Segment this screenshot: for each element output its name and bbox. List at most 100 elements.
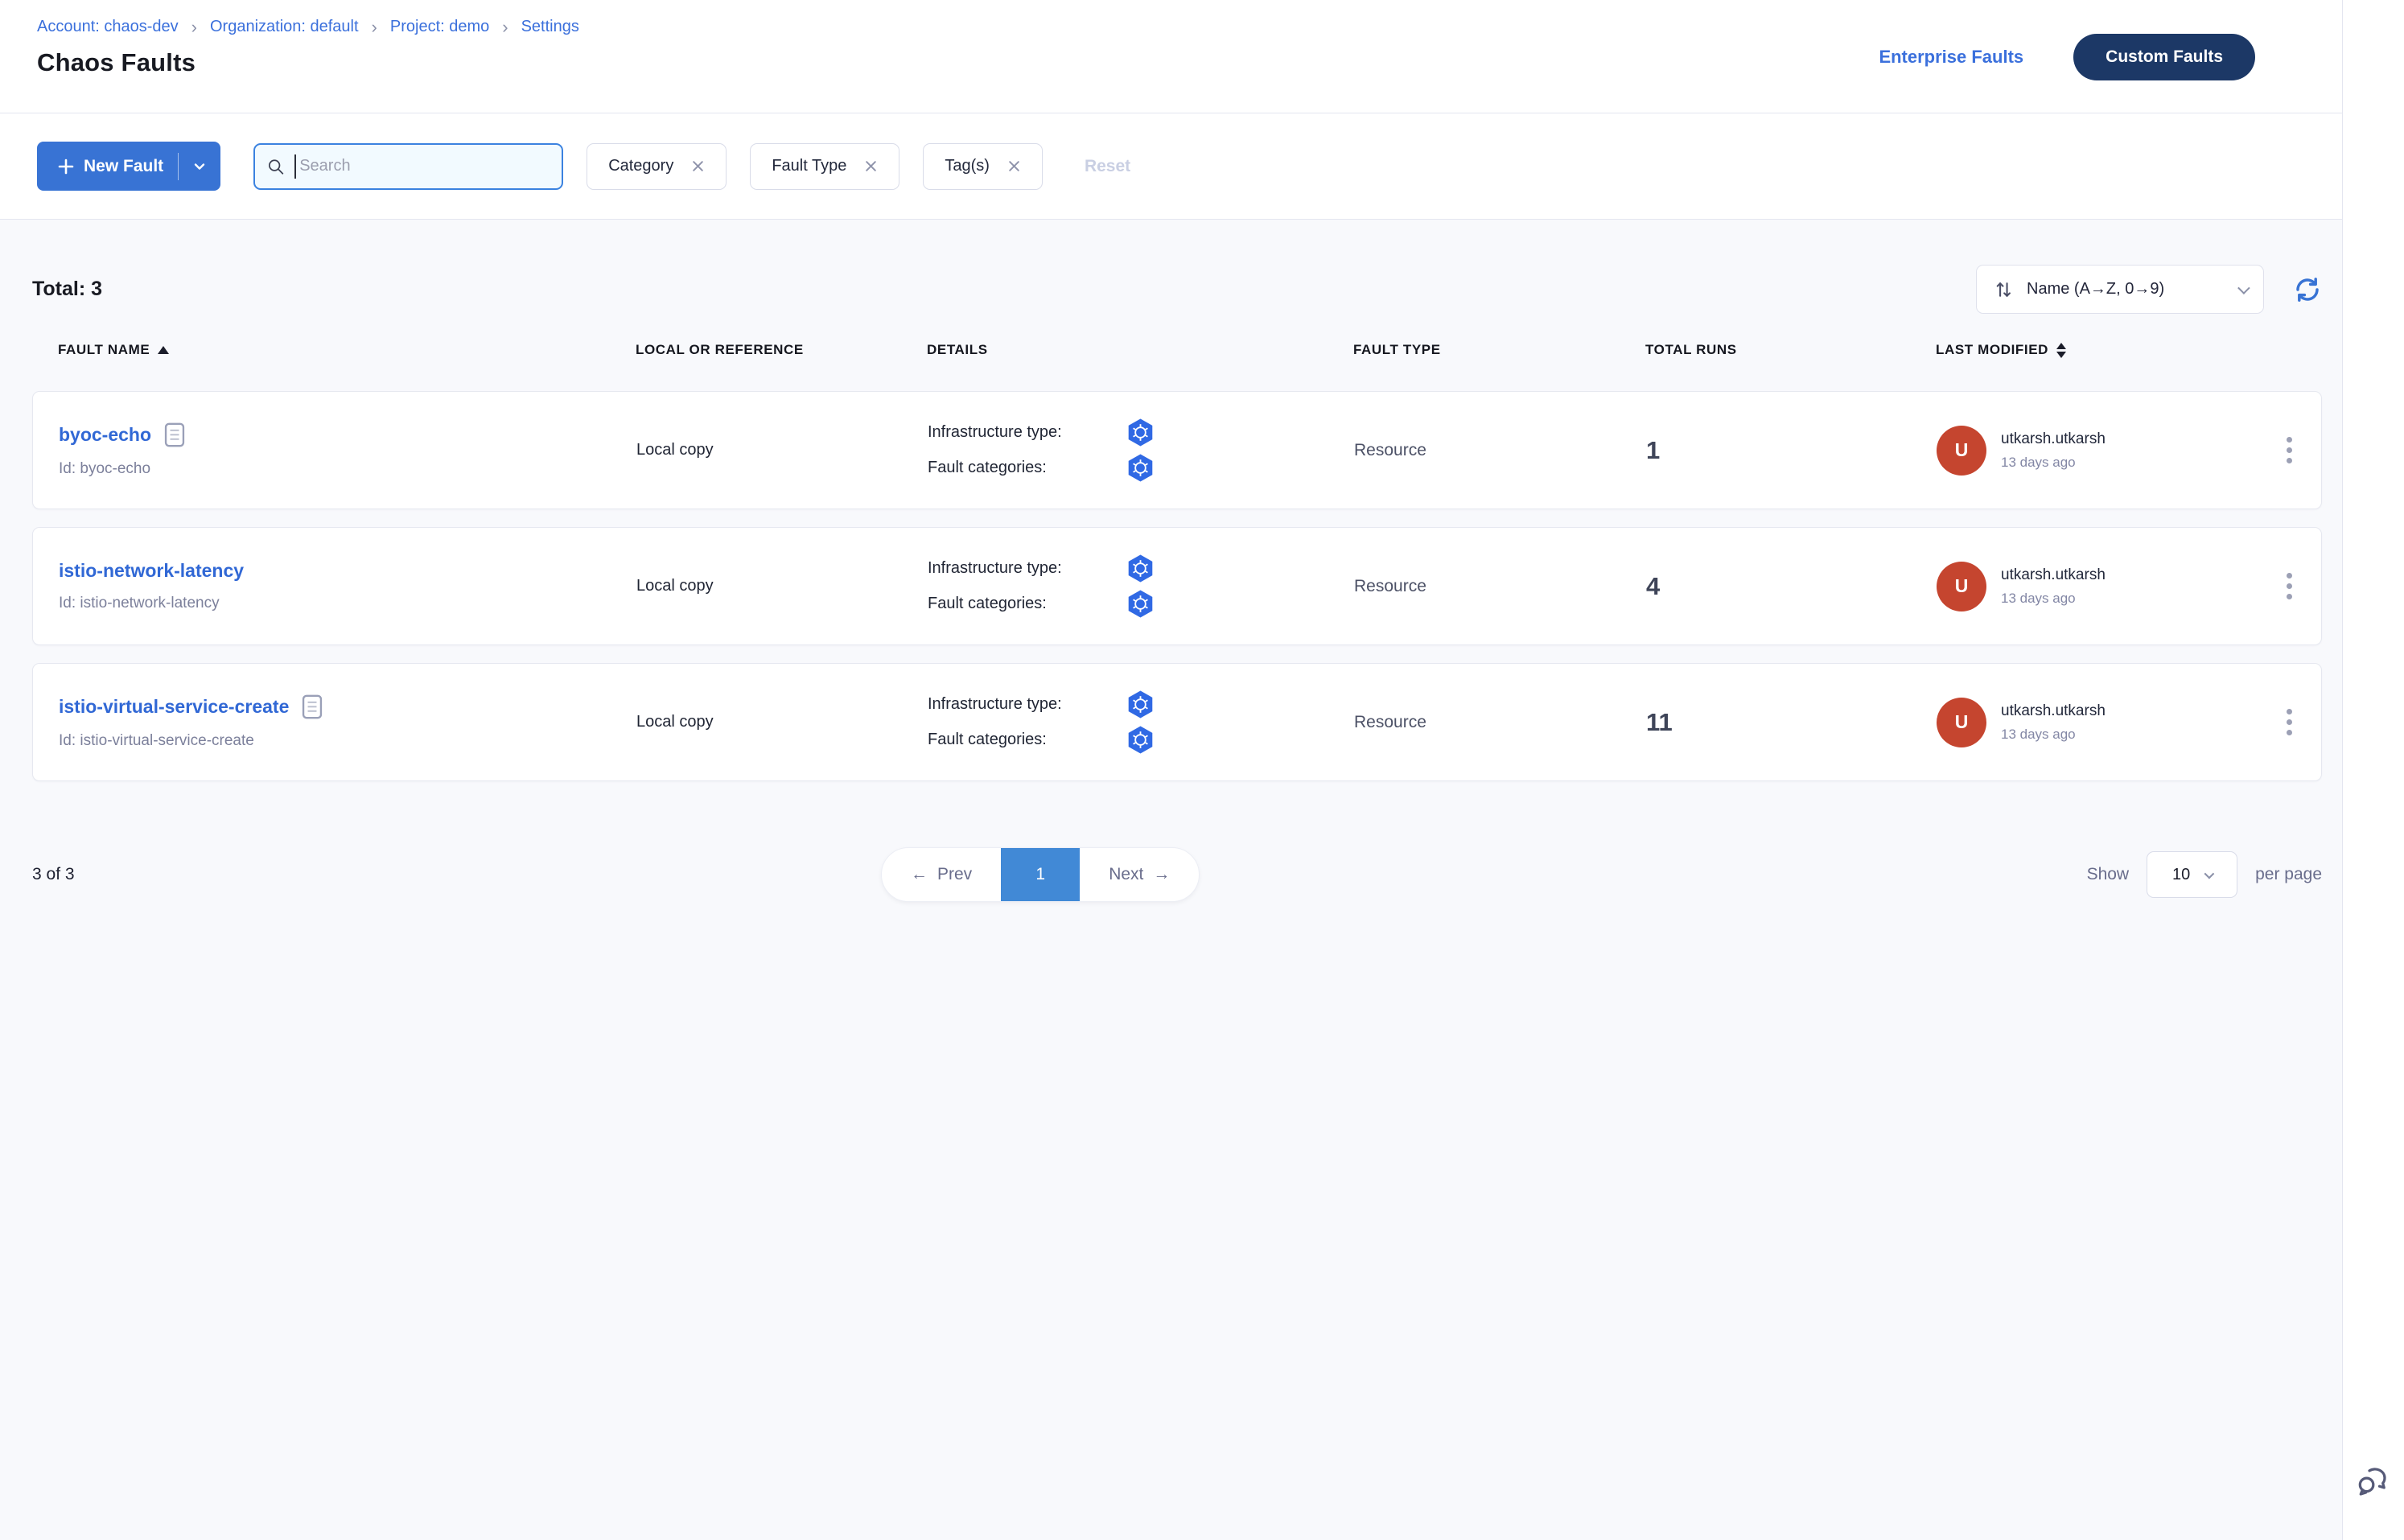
table-row: istio-network-latency Id: istio-network-… — [32, 527, 2322, 645]
fault-name-link[interactable]: istio-virtual-service-create — [59, 696, 289, 718]
column-header-total-runs: TOTAL RUNS — [1645, 342, 1936, 358]
local-or-reference-value: Local copy — [636, 577, 928, 595]
modified-time: 13 days ago — [2001, 591, 2106, 607]
search-input[interactable] — [296, 157, 550, 175]
close-icon[interactable] — [864, 159, 878, 173]
chevron-down-icon — [2237, 282, 2250, 294]
infrastructure-type-label: Infrastructure type: — [928, 559, 1126, 578]
breadcrumb-project[interactable]: Project: demo — [390, 18, 489, 36]
chevron-down-icon — [191, 159, 208, 175]
sort-both-icon — [2056, 343, 2066, 358]
kebab-menu-button[interactable] — [2257, 437, 2321, 463]
pagination-range: 3 of 3 — [32, 865, 75, 884]
column-header-fault-name[interactable]: FAULT NAME — [58, 342, 636, 358]
modified-by: utkarsh.utkarsh — [2001, 566, 2106, 584]
fault-id: Id: istio-virtual-service-create — [59, 732, 636, 750]
total-runs-value: 11 — [1646, 708, 1937, 737]
breadcrumb-organization[interactable]: Organization: default — [210, 18, 359, 36]
kubernetes-icon — [1126, 690, 1155, 719]
sort-ascending-icon — [158, 346, 169, 354]
page-number-button[interactable]: 1 — [1001, 848, 1080, 901]
details-cell: Infrastructure type: Fault categories: — [928, 548, 1354, 624]
search-icon — [266, 156, 285, 177]
table-row: byoc-echo Id: byoc-echo Local copy Infra… — [32, 391, 2322, 509]
column-header-fault-type: FAULT TYPE — [1353, 342, 1645, 358]
avatar: U — [1937, 698, 1986, 747]
avatar: U — [1937, 426, 1986, 476]
fault-name-link[interactable]: istio-network-latency — [59, 560, 244, 582]
fault-id: Id: byoc-echo — [59, 460, 636, 478]
filter-chip-tags[interactable]: Tag(s) — [923, 143, 1043, 190]
top-bar: Account: chaos-dev › Organization: defau… — [0, 0, 2342, 113]
breadcrumb-separator-icon: › — [191, 19, 197, 36]
filter-chip-label: Tag(s) — [945, 157, 990, 175]
table-row: istio-virtual-service-create Id: istio-v… — [32, 663, 2322, 781]
modified-by: utkarsh.utkarsh — [2001, 430, 2106, 448]
fault-categories-label: Fault categories: — [928, 731, 1126, 749]
kubernetes-icon — [1126, 418, 1155, 447]
fault-type-value: Resource — [1354, 577, 1646, 596]
new-fault-label: New Fault — [76, 157, 178, 176]
column-header-local-or-reference: LOCAL OR REFERENCE — [636, 342, 927, 358]
fault-id: Id: istio-network-latency — [59, 595, 636, 612]
per-page-label: per page — [2255, 865, 2322, 884]
list-header: Total: 3 Name (A→Z, 0→9) — [32, 265, 2322, 314]
details-cell: Infrastructure type: Fault categories: — [928, 684, 1354, 760]
reset-button[interactable]: Reset — [1085, 157, 1130, 176]
column-header-last-modified[interactable]: LAST MODIFIED — [1936, 342, 2258, 358]
refresh-button[interactable] — [2293, 275, 2322, 304]
filter-chip-category[interactable]: Category — [587, 143, 727, 190]
chevron-down-icon — [2204, 868, 2215, 879]
page-size-dropdown[interactable]: 10 — [2147, 851, 2237, 898]
modified-time: 13 days ago — [2001, 727, 2106, 743]
new-fault-button[interactable]: New Fault — [37, 142, 220, 191]
breadcrumb-separator-icon: › — [372, 19, 377, 36]
header-actions: Enterprise Faults Custom Faults — [1879, 0, 2255, 113]
refresh-icon — [2293, 275, 2322, 304]
prev-page-button[interactable]: ← Prev — [882, 848, 1001, 901]
main-area: Account: chaos-dev › Organization: defau… — [0, 0, 2342, 1540]
close-icon[interactable] — [691, 159, 705, 173]
fault-type-value: Resource — [1354, 441, 1646, 460]
total-runs-value: 4 — [1646, 572, 1937, 601]
page-size-control: Show 10 per page — [2087, 851, 2322, 898]
kubernetes-icon — [1126, 725, 1155, 755]
search-box[interactable] — [253, 143, 563, 190]
custom-faults-button[interactable]: Custom Faults — [2073, 34, 2255, 80]
kebab-menu-button[interactable] — [2257, 709, 2321, 735]
chat-icon[interactable] — [2355, 1461, 2392, 1498]
right-rail — [2342, 0, 2404, 1540]
kubernetes-icon — [1126, 453, 1155, 483]
next-page-button[interactable]: Next → — [1080, 848, 1199, 901]
infrastructure-type-label: Infrastructure type: — [928, 423, 1126, 442]
arrow-left-icon: ← — [911, 865, 928, 884]
details-cell: Infrastructure type: Fault categories: — [928, 412, 1354, 488]
total-count: Total: 3 — [32, 278, 102, 301]
sort-dropdown-value: Name (A→Z, 0→9) — [2027, 280, 2164, 299]
fault-name-cell: byoc-echo Id: byoc-echo — [59, 422, 636, 478]
plus-icon — [56, 157, 76, 176]
total-runs-value: 1 — [1646, 436, 1937, 465]
fault-type-value: Resource — [1354, 713, 1646, 732]
document-icon[interactable] — [302, 694, 323, 719]
sort-arrows-icon — [1993, 279, 2014, 300]
fault-categories-label: Fault categories: — [928, 459, 1126, 477]
toolbar: New Fault Category Fault Type Tag(s — [0, 113, 2342, 220]
close-icon[interactable] — [1007, 159, 1021, 173]
modified-time: 13 days ago — [2001, 455, 2106, 471]
enterprise-faults-link[interactable]: Enterprise Faults — [1879, 47, 2023, 68]
pagination-bar: 3 of 3 ← Prev 1 Next → Show — [32, 847, 2322, 902]
document-icon[interactable] — [164, 422, 185, 447]
kubernetes-icon — [1126, 589, 1155, 619]
arrow-right-icon: → — [1153, 865, 1170, 884]
fault-categories-label: Fault categories: — [928, 595, 1126, 613]
kebab-menu-button[interactable] — [2257, 573, 2321, 599]
filter-chip-label: Category — [608, 157, 673, 175]
fault-name-link[interactable]: byoc-echo — [59, 424, 151, 446]
modified-by: utkarsh.utkarsh — [2001, 702, 2106, 720]
filter-chip-fault-type[interactable]: Fault Type — [750, 143, 899, 190]
sort-dropdown[interactable]: Name (A→Z, 0→9) — [1976, 265, 2264, 314]
breadcrumb-account[interactable]: Account: chaos-dev — [37, 18, 179, 36]
breadcrumb-settings[interactable]: Settings — [521, 18, 579, 36]
new-fault-dropdown-button[interactable] — [179, 142, 220, 191]
